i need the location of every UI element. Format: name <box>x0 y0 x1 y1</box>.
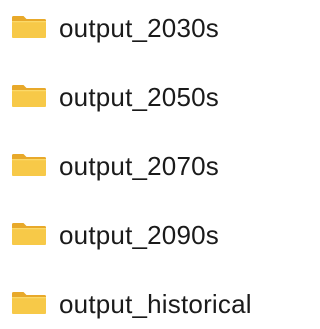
folder-icon <box>11 84 47 108</box>
folder-name: output_2090s <box>59 220 219 250</box>
folder-item-output-2050s[interactable]: output_2050s <box>0 72 297 122</box>
folder-item-output-2030s[interactable]: output_2030s <box>0 3 297 53</box>
folder-name: output_2070s <box>59 151 219 181</box>
folder-icon <box>11 222 47 246</box>
folder-icon <box>11 15 47 39</box>
folder-item-output-2070s[interactable]: output_2070s <box>0 141 297 191</box>
folder-name: output_historical <box>59 289 252 319</box>
folder-item-output-2090s[interactable]: output_2090s <box>0 210 297 260</box>
folder-icon <box>11 153 47 177</box>
folder-name: output_2030s <box>59 13 219 43</box>
folder-item-output-historical[interactable]: output_historical <box>0 279 297 329</box>
folder-name: output_2050s <box>59 82 219 112</box>
folder-icon <box>11 291 47 315</box>
folder-list: output_2030s output_2050s output_2070s o… <box>0 0 297 327</box>
